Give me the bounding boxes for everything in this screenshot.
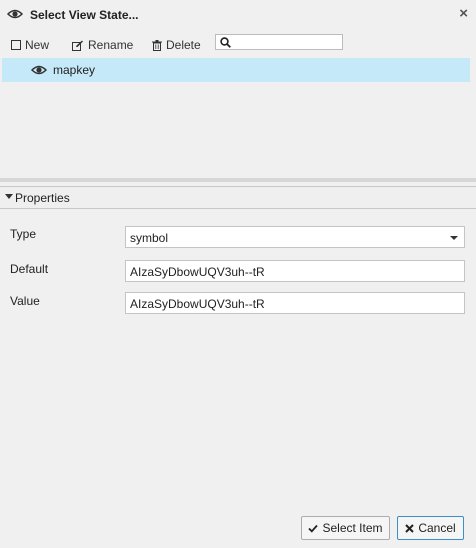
dialog-title: Select View State... <box>30 8 139 22</box>
search-icon <box>220 37 231 48</box>
rename-button-label: Rename <box>88 38 134 52</box>
new-button[interactable]: New <box>11 38 49 52</box>
type-select[interactable]: symbol <box>125 226 465 248</box>
default-label: Default <box>10 262 49 276</box>
close-icon <box>405 523 415 533</box>
trash-icon <box>152 39 162 51</box>
value-field-value: AIzaSyDbowUQV3uh--tR <box>130 297 265 311</box>
cancel-label: Cancel <box>418 521 456 535</box>
dialog-titlebar: Select View State... × <box>0 0 476 30</box>
select-item-label: Select Item <box>322 521 383 535</box>
check-icon <box>308 524 319 533</box>
list-item[interactable]: mapkey <box>2 58 470 82</box>
list-item-label: mapkey <box>53 63 96 77</box>
caret-down-icon <box>5 194 13 199</box>
delete-button-label: Delete <box>166 38 201 52</box>
search-field[interactable] <box>215 34 343 50</box>
rename-button[interactable]: Rename <box>72 38 133 52</box>
delete-button[interactable]: Delete <box>152 38 201 52</box>
search-input[interactable] <box>234 36 338 48</box>
chevron-down-icon <box>450 236 458 240</box>
value-field[interactable]: AIzaSyDbowUQV3uh--tR <box>125 292 465 314</box>
properties-title: Properties <box>15 191 70 205</box>
value-label: Value <box>10 294 40 308</box>
eye-icon <box>31 65 47 75</box>
type-select-value: symbol <box>130 231 169 245</box>
select-item-button[interactable]: Select Item <box>301 516 390 540</box>
square-icon <box>11 40 21 50</box>
panel-splitter[interactable] <box>0 178 476 182</box>
new-button-label: New <box>25 38 50 52</box>
edit-icon <box>72 40 83 51</box>
properties-header[interactable]: Properties <box>0 186 476 209</box>
type-label: Type <box>10 227 37 241</box>
cancel-button[interactable]: Cancel <box>397 516 464 540</box>
default-field-value: AIzaSyDbowUQV3uh--tR <box>130 265 265 279</box>
close-icon[interactable]: × <box>459 6 468 22</box>
eye-icon <box>7 9 23 19</box>
default-field[interactable]: AIzaSyDbowUQV3uh--tR <box>125 260 465 282</box>
